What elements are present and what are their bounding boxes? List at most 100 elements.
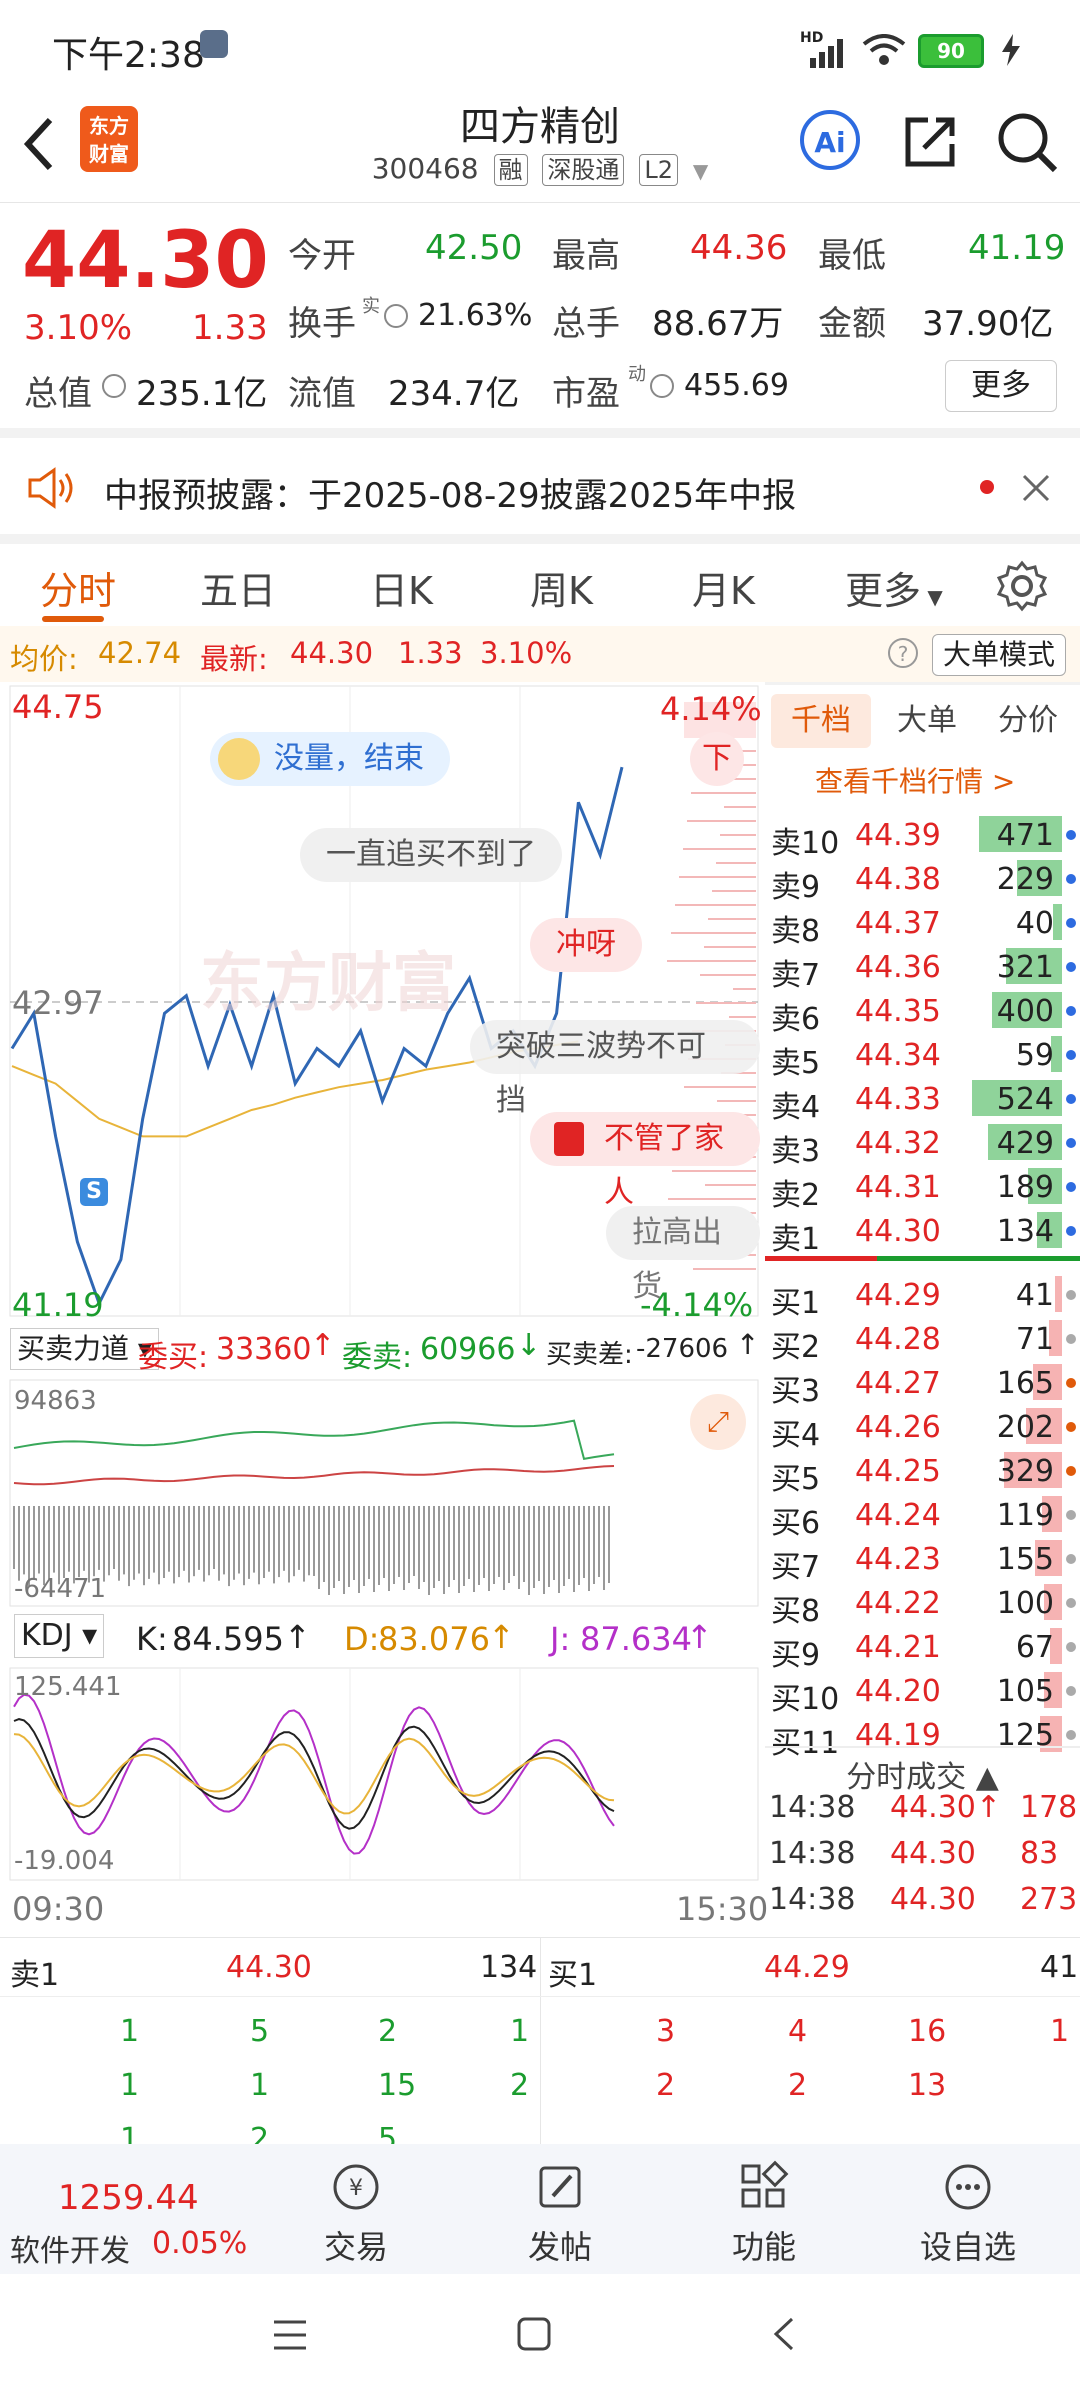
bid-row[interactable]: 买1 44.29 41 bbox=[765, 1272, 1080, 1321]
ask-row[interactable]: 卖6 44.35 400 bbox=[765, 988, 1080, 1037]
notice-banner[interactable]: 中报预披露：于2025-08-29披露2025年中报 bbox=[0, 438, 1080, 534]
bid-row[interactable]: 买4 44.26 202 bbox=[765, 1404, 1080, 1453]
edit-icon bbox=[539, 2166, 581, 2208]
low-label: 最低 bbox=[818, 236, 886, 276]
comment-bubble[interactable]: 突破三波势不可挡 bbox=[470, 1020, 760, 1118]
tab-big-order[interactable]: 大单 bbox=[887, 694, 967, 748]
function-button[interactable]: 功能 bbox=[704, 2160, 824, 2268]
settings-gear-icon[interactable] bbox=[996, 560, 1048, 612]
depth-bar bbox=[733, 988, 756, 990]
bid-row[interactable]: 买8 44.22 100 bbox=[765, 1580, 1080, 1629]
low-value: 41.19 bbox=[968, 228, 1066, 268]
row-dot bbox=[1066, 1686, 1076, 1696]
ask-row[interactable]: 卖9 44.38 229 bbox=[765, 856, 1080, 905]
comment-bubble[interactable]: 冲呀 bbox=[530, 918, 642, 972]
down-arrow-icon: ↓ bbox=[516, 1328, 542, 1363]
ask-row[interactable]: 卖7 44.36 321 bbox=[765, 944, 1080, 993]
latest-label: 最新: bbox=[200, 642, 268, 676]
tab-weekly-k[interactable]: 周K bbox=[530, 560, 593, 615]
bid-row[interactable]: 买2 44.28 71 bbox=[765, 1316, 1080, 1365]
row-dot bbox=[1066, 874, 1076, 884]
search-icon[interactable] bbox=[995, 110, 1059, 174]
row-price: 44.29 bbox=[855, 1278, 941, 1313]
back-nav-icon[interactable] bbox=[770, 2316, 800, 2352]
comment-bubble[interactable]: 下 bbox=[690, 732, 744, 786]
queue-cell: 3 bbox=[656, 2014, 676, 2049]
bid-row[interactable]: 买5 44.25 329 bbox=[765, 1448, 1080, 1497]
row-price: 44.38 bbox=[855, 862, 941, 897]
trade-volume: 178 bbox=[1020, 1790, 1078, 1825]
comment-bubble[interactable]: 拉高出货 bbox=[606, 1206, 760, 1304]
info-icon[interactable] bbox=[102, 374, 126, 398]
tab-intraday[interactable]: 分时 bbox=[40, 560, 116, 615]
home-icon[interactable] bbox=[516, 2316, 552, 2352]
row-price: 44.36 bbox=[855, 950, 941, 985]
row-price: 44.24 bbox=[855, 1498, 941, 1533]
comment-bubble[interactable]: 一直追买不到了 bbox=[300, 828, 562, 882]
kdj-select[interactable]: KDJ ▾ bbox=[14, 1614, 105, 1658]
row-dot bbox=[1066, 962, 1076, 972]
info-icon[interactable] bbox=[384, 304, 408, 328]
sell-marker[interactable]: S bbox=[80, 1178, 108, 1206]
menu-icon[interactable] bbox=[272, 2318, 308, 2352]
ask-row[interactable]: 卖1 44.30 134 bbox=[765, 1208, 1080, 1257]
row-dot bbox=[1066, 1138, 1076, 1148]
queue-cell: 16 bbox=[908, 2014, 947, 2049]
add-watchlist-button[interactable]: 设自选 bbox=[908, 2160, 1028, 2268]
indicator-label: 买卖力道 bbox=[17, 1332, 130, 1365]
change-pct: 3.10% bbox=[24, 308, 133, 348]
view-depth-link[interactable]: 查看千档行情 > bbox=[815, 760, 1015, 800]
ask-row[interactable]: 卖4 44.33 524 bbox=[765, 1076, 1080, 1125]
tab-monthly-k[interactable]: 月K bbox=[692, 560, 755, 615]
row-price: 44.34 bbox=[855, 1038, 941, 1073]
bid-row[interactable]: 买10 44.20 105 bbox=[765, 1668, 1080, 1717]
ai-button[interactable]: Ai bbox=[800, 110, 860, 170]
ask-row[interactable]: 卖8 44.37 40 bbox=[765, 900, 1080, 949]
d-value: 83.076 bbox=[378, 1620, 490, 1658]
tab-five-day[interactable]: 五日 bbox=[200, 560, 276, 615]
help-icon[interactable]: ? bbox=[888, 638, 918, 668]
post-button[interactable]: 发帖 bbox=[500, 2160, 620, 2268]
bid-row[interactable]: 买6 44.24 119 bbox=[765, 1492, 1080, 1541]
indicator-select[interactable]: 买卖力道 ▾ bbox=[10, 1328, 159, 1370]
ask-row[interactable]: 卖2 44.31 189 bbox=[765, 1164, 1080, 1213]
up-arrow-icon: ↑ bbox=[488, 1618, 515, 1656]
battery-icon: 90 bbox=[918, 34, 984, 68]
queue-buy-price: 44.29 bbox=[764, 1950, 850, 1985]
more-button[interactable]: 更多 bbox=[945, 360, 1057, 412]
index-name[interactable]: 软件开发 bbox=[10, 2226, 130, 2270]
bid-row[interactable]: 买3 44.27 165 bbox=[765, 1360, 1080, 1409]
tab-more[interactable]: 更多 ▼ bbox=[845, 560, 943, 615]
trade-button[interactable]: ¥ 交易 bbox=[296, 2160, 416, 2268]
expand-icon[interactable]: ⤢ bbox=[690, 1394, 746, 1450]
open-value: 42.50 bbox=[425, 228, 523, 268]
row-volume: 400 bbox=[996, 994, 1054, 1029]
bid-row[interactable]: 买7 44.23 155 bbox=[765, 1536, 1080, 1585]
depth-bar bbox=[729, 1016, 756, 1018]
info-icon[interactable] bbox=[650, 374, 674, 398]
ask-row[interactable]: 卖3 44.32 429 bbox=[765, 1120, 1080, 1169]
trade-time: 14:38 bbox=[769, 1836, 856, 1871]
comment-bubble[interactable]: 没量，结束 bbox=[210, 732, 450, 786]
tab-daily-k[interactable]: 日K bbox=[370, 560, 433, 615]
row-volume: 41 bbox=[1015, 1278, 1054, 1313]
tab-price-split[interactable]: 分价 bbox=[983, 694, 1073, 748]
queue-cell: 2 bbox=[510, 2068, 530, 2103]
bid-row[interactable]: 买11 44.19 125 bbox=[765, 1712, 1080, 1761]
tab-depth[interactable]: 千档 bbox=[771, 694, 871, 748]
row-volume: 67 bbox=[1015, 1630, 1054, 1665]
up-arrow-icon: ↑ bbox=[284, 1618, 311, 1656]
dropdown-icon[interactable]: ▼ bbox=[693, 159, 708, 183]
bid-row[interactable]: 买9 44.21 67 bbox=[765, 1624, 1080, 1673]
ask-row[interactable]: 卖5 44.34 59 bbox=[765, 1032, 1080, 1081]
auction-chart-svg bbox=[9, 1379, 759, 1607]
ask-row[interactable]: 卖10 44.39 471 bbox=[765, 812, 1080, 861]
trade-price: 44.30↑ bbox=[890, 1790, 1002, 1825]
more-dots-icon bbox=[945, 2164, 991, 2210]
share-icon[interactable] bbox=[900, 112, 960, 172]
comment-bubble[interactable]: 不管了家人 bbox=[530, 1112, 760, 1210]
queue-buy-volume: 41 bbox=[1040, 1950, 1079, 1985]
intraday-chart[interactable]: 东方财富 44.75 42.97 41.19 4.14% -4.14% 没量，结… bbox=[0, 682, 762, 1324]
big-order-mode-button[interactable]: 大单模式 bbox=[931, 634, 1066, 676]
close-icon[interactable] bbox=[1020, 472, 1052, 504]
